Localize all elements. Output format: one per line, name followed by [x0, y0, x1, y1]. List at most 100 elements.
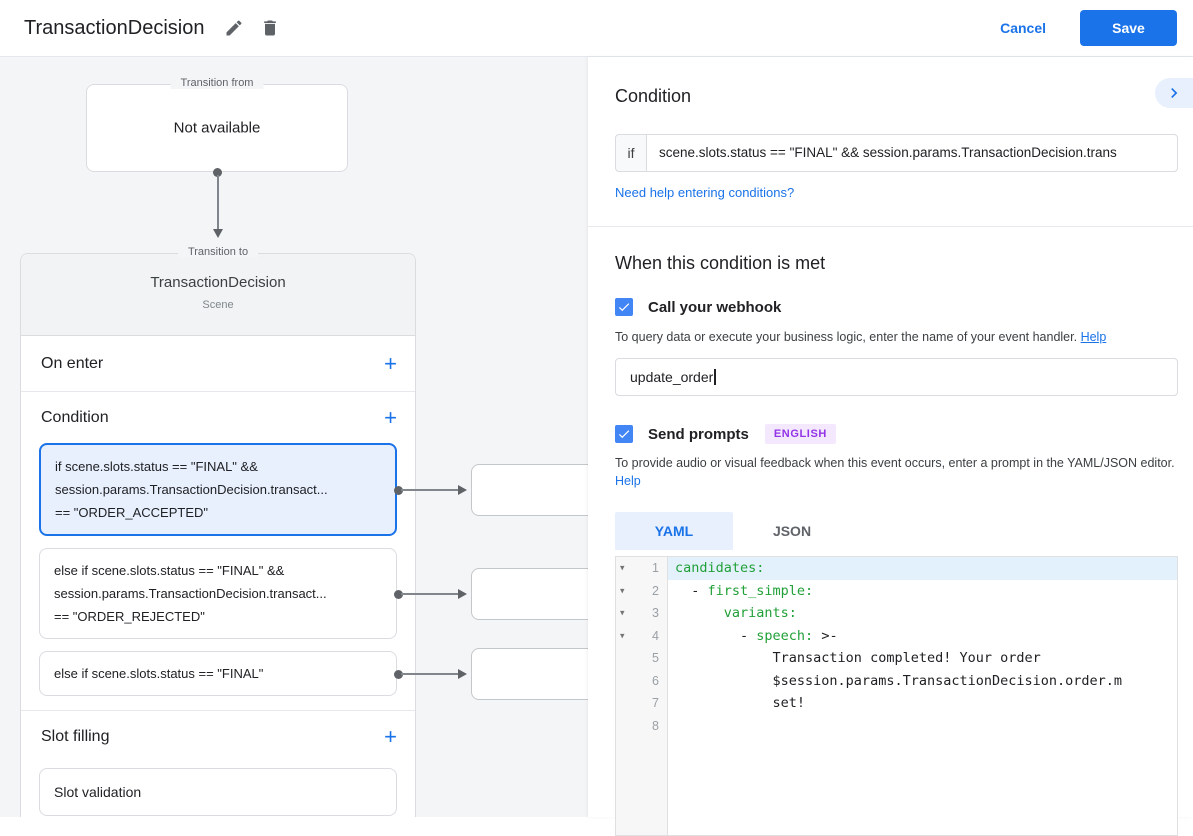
condition-item-line: session.params.TransactionDecision.trans…	[54, 582, 382, 605]
gutter-row: 8	[616, 715, 667, 738]
condition-item-line: == "ORDER_ACCEPTED"	[55, 501, 381, 524]
tab-json[interactable]: JSON	[733, 512, 851, 550]
webhook-description: To query data or execute your business l…	[615, 328, 1185, 346]
gutter-row: ▾4	[616, 625, 667, 648]
line-number: 4	[652, 629, 659, 643]
transition-target-box[interactable]	[471, 648, 588, 700]
transition-from-value: Not available	[87, 120, 347, 137]
check-icon	[617, 300, 631, 314]
condition-item-line: else if scene.slots.status == "FINAL" &&	[54, 559, 382, 582]
code-line: set!	[668, 692, 1177, 715]
code-line: Transaction completed! Your order	[668, 647, 1177, 670]
webhook-row: Call your webhook	[615, 298, 1178, 316]
code-line: - speech: >-	[668, 625, 1177, 648]
condition-item-line: else if scene.slots.status == "FINAL"	[54, 662, 382, 685]
condition-section-label: Condition	[41, 409, 109, 427]
line-number: 5	[652, 651, 659, 665]
condition-expression-input[interactable]: scene.slots.status == "FINAL" && session…	[646, 134, 1178, 172]
gutter-row: 5	[616, 647, 667, 670]
on-enter-row: On enter +	[21, 336, 415, 392]
slot-filling-section: Slot filling + Slot validation	[21, 711, 415, 816]
slot-validation-label: Slot validation	[54, 784, 141, 800]
pencil-icon	[224, 18, 244, 38]
flow-canvas: Transition from Not available Transition…	[0, 57, 588, 817]
add-on-enter-button[interactable]: +	[384, 353, 397, 375]
gutter-row: 6	[616, 670, 667, 693]
condition-item[interactable]: if scene.slots.status == "FINAL" &&sessi…	[39, 443, 397, 536]
send-prompts-label: Send prompts	[648, 426, 749, 443]
line-number: 7	[652, 696, 659, 710]
scene-card-header: TransactionDecision Scene	[21, 254, 415, 336]
collapse-panel-button[interactable]	[1155, 78, 1193, 108]
transition-from-box: Transition from Not available	[86, 84, 348, 172]
on-enter-label: On enter	[41, 355, 103, 373]
connector-line	[401, 673, 458, 675]
transition-target-box[interactable]	[471, 464, 588, 516]
save-button[interactable]: Save	[1080, 10, 1177, 46]
send-prompts-checkbox[interactable]	[615, 425, 633, 443]
line-number: 2	[652, 584, 659, 598]
transition-from-legend: Transition from	[171, 77, 264, 89]
prompt-editor-tabs: YAMLJSON	[615, 512, 1178, 550]
connector-line	[401, 593, 458, 595]
if-prefix: if	[615, 134, 646, 172]
chevron-right-icon	[1164, 83, 1184, 103]
edit-button[interactable]	[224, 18, 244, 38]
scene-type: Scene	[21, 299, 415, 311]
app-header: TransactionDecision Cancel Save	[0, 0, 1193, 57]
transition-to-legend: Transition to	[178, 246, 258, 258]
page-title: TransactionDecision	[24, 17, 204, 40]
tab-yaml[interactable]: YAML	[615, 512, 733, 550]
webhook-checkbox[interactable]	[615, 298, 633, 316]
gutter-row: ▾2	[616, 580, 667, 603]
condition-expression-row: if scene.slots.status == "FINAL" && sess…	[615, 134, 1178, 172]
scene-name: TransactionDecision	[21, 274, 415, 291]
gutter-row: ▾3	[616, 602, 667, 625]
when-met-title: When this condition is met	[615, 253, 1178, 274]
condition-item[interactable]: else if scene.slots.status == "FINAL"	[39, 651, 397, 696]
slot-validation-item[interactable]: Slot validation	[39, 768, 397, 816]
condition-section: Condition + if scene.slots.status == "FI…	[21, 392, 415, 711]
line-number: 3	[652, 606, 659, 620]
event-handler-input[interactable]: update_order	[615, 358, 1178, 396]
editor-gutter: ▾1▾2▾3▾45678	[616, 557, 668, 835]
check-icon	[617, 427, 631, 441]
code-editor: ▾1▾2▾3▾45678 candidates: - first_simple:…	[615, 556, 1178, 836]
fold-arrow-icon[interactable]: ▾	[620, 608, 625, 619]
panel-divider	[588, 226, 1193, 227]
line-number: 6	[652, 674, 659, 688]
condition-item-line: == "ORDER_REJECTED"	[54, 605, 382, 628]
condition-items: if scene.slots.status == "FINAL" &&sessi…	[39, 443, 397, 696]
prompts-help-link[interactable]: Help	[615, 474, 641, 488]
code-line	[668, 715, 1177, 738]
condition-item-line: session.params.TransactionDecision.trans…	[55, 478, 381, 501]
fold-arrow-icon[interactable]: ▾	[620, 630, 625, 641]
condition-item[interactable]: else if scene.slots.status == "FINAL" &&…	[39, 548, 397, 639]
connector-arrowhead	[458, 589, 467, 599]
connector-arrowhead	[458, 485, 467, 495]
add-slot-button[interactable]: +	[384, 726, 397, 748]
add-condition-button[interactable]: +	[384, 407, 397, 429]
slot-filling-label: Slot filling	[41, 728, 109, 746]
delete-button[interactable]	[260, 18, 280, 38]
fold-arrow-icon[interactable]: ▾	[620, 585, 625, 596]
condition-item-line: if scene.slots.status == "FINAL" &&	[55, 455, 381, 478]
fold-arrow-icon[interactable]: ▾	[620, 563, 625, 574]
condition-help-link[interactable]: Need help entering conditions?	[615, 185, 794, 200]
code-line: - first_simple:	[668, 580, 1177, 603]
webhook-label: Call your webhook	[648, 299, 781, 316]
panel-title: Condition	[615, 57, 1178, 107]
trash-icon	[260, 18, 280, 38]
webhook-help-link[interactable]: Help	[1081, 330, 1107, 344]
line-number: 8	[652, 719, 659, 733]
language-badge: ENGLISH	[765, 424, 836, 444]
transition-target-box[interactable]	[471, 568, 588, 620]
send-prompts-row: Send prompts ENGLISH	[615, 424, 1178, 444]
scene-card: Transition to TransactionDecision Scene …	[20, 253, 416, 817]
gutter-row: ▾1	[616, 557, 667, 580]
cancel-button[interactable]: Cancel	[1000, 20, 1046, 36]
code-line: candidates:	[668, 557, 1177, 580]
text-cursor	[714, 369, 716, 385]
line-number: 1	[652, 561, 659, 575]
editor-code-area[interactable]: candidates: - first_simple: variants: - …	[668, 557, 1177, 835]
